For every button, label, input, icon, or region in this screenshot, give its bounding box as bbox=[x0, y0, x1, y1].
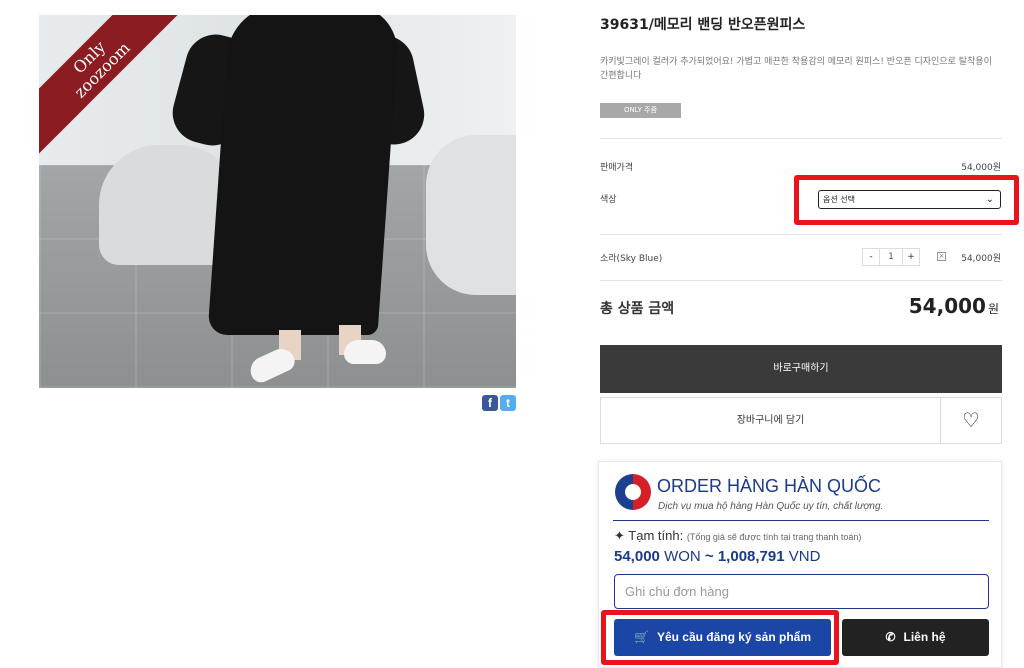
estimate-label: Tạm tính: bbox=[628, 528, 684, 543]
price-tilde: ~ bbox=[704, 548, 714, 565]
price-won: 54,000 bbox=[614, 548, 660, 565]
quantity-minus-button[interactable]: - bbox=[862, 248, 880, 266]
only-tag-badge: ONLY 주줌 bbox=[600, 103, 681, 118]
divider bbox=[600, 234, 1002, 235]
add-to-cart-button[interactable]: 장바구니에 담기 bbox=[600, 397, 941, 444]
estimate-note: (Tổng giá sẽ được tính tại trang thanh t… bbox=[686, 532, 862, 542]
estimate-row: ✦ Tạm tính: (Tổng giá sẽ được tính tại t… bbox=[614, 528, 861, 544]
highlight-frame-register bbox=[601, 610, 839, 665]
price-label: 판매가격 bbox=[600, 163, 634, 173]
divider bbox=[600, 138, 1002, 139]
product-image: Only zoozoom bbox=[39, 15, 516, 388]
option-price: 54,000원 bbox=[961, 254, 1001, 264]
won-unit: WON bbox=[664, 548, 701, 565]
price-vnd: 1,008,791 bbox=[717, 548, 785, 565]
wishlist-button[interactable]: ♡ bbox=[940, 397, 1002, 444]
total-value: 54,000 원 bbox=[909, 294, 999, 318]
chair-right bbox=[426, 135, 516, 295]
option-name: 소라(Sky Blue) bbox=[600, 254, 663, 264]
contact-button[interactable]: ✆ Liên hệ bbox=[842, 619, 989, 656]
buy-now-button[interactable]: 바로구매하기 bbox=[600, 345, 1002, 393]
product-title: 39631/메모리 밴딩 반오픈원피스 bbox=[600, 17, 806, 33]
order-widget-divider bbox=[613, 520, 989, 521]
highlight-frame-select bbox=[794, 175, 1019, 225]
color-label: 색상 bbox=[600, 195, 617, 205]
estimate-price: 54,000 WON ~ 1,008,791 VND bbox=[614, 548, 820, 565]
total-label: 총 상품 금액 bbox=[600, 301, 675, 317]
quantity-input[interactable]: 1 bbox=[880, 248, 902, 266]
twitter-share-icon[interactable]: t bbox=[500, 395, 516, 411]
price-value: 54,000원 bbox=[961, 163, 1001, 173]
dress bbox=[207, 15, 401, 335]
total-unit: 원 bbox=[987, 302, 999, 316]
order-logo-icon bbox=[615, 474, 651, 510]
order-widget-title: ORDER HÀNG HÀN QUỐC bbox=[657, 476, 882, 496]
shoe-right bbox=[344, 340, 386, 364]
product-description: 카키빛그레이 컬러가 추가되었어요! 가볍고 매끈한 착용감의 메모리 원피스!… bbox=[600, 57, 992, 81]
divider bbox=[600, 280, 1002, 281]
quantity-plus-button[interactable]: + bbox=[902, 248, 920, 266]
total-amount: 54,000 bbox=[908, 294, 986, 318]
sparkle-icon: ✦ bbox=[614, 528, 625, 543]
quantity-stepper[interactable]: - 1 + bbox=[862, 248, 920, 266]
contact-label: Liên hệ bbox=[903, 630, 946, 644]
facebook-share-icon[interactable]: f bbox=[482, 395, 498, 411]
remove-option-icon[interactable]: × bbox=[937, 252, 946, 261]
order-note-input[interactable]: Ghi chú đơn hàng bbox=[614, 574, 989, 609]
order-widget-subtitle: Dịch vụ mua hộ hàng Hàn Quốc uy tín, chấ… bbox=[658, 501, 884, 512]
vnd-unit: VND bbox=[788, 548, 821, 565]
phone-icon: ✆ bbox=[885, 630, 896, 644]
heart-icon: ♡ bbox=[962, 408, 980, 432]
